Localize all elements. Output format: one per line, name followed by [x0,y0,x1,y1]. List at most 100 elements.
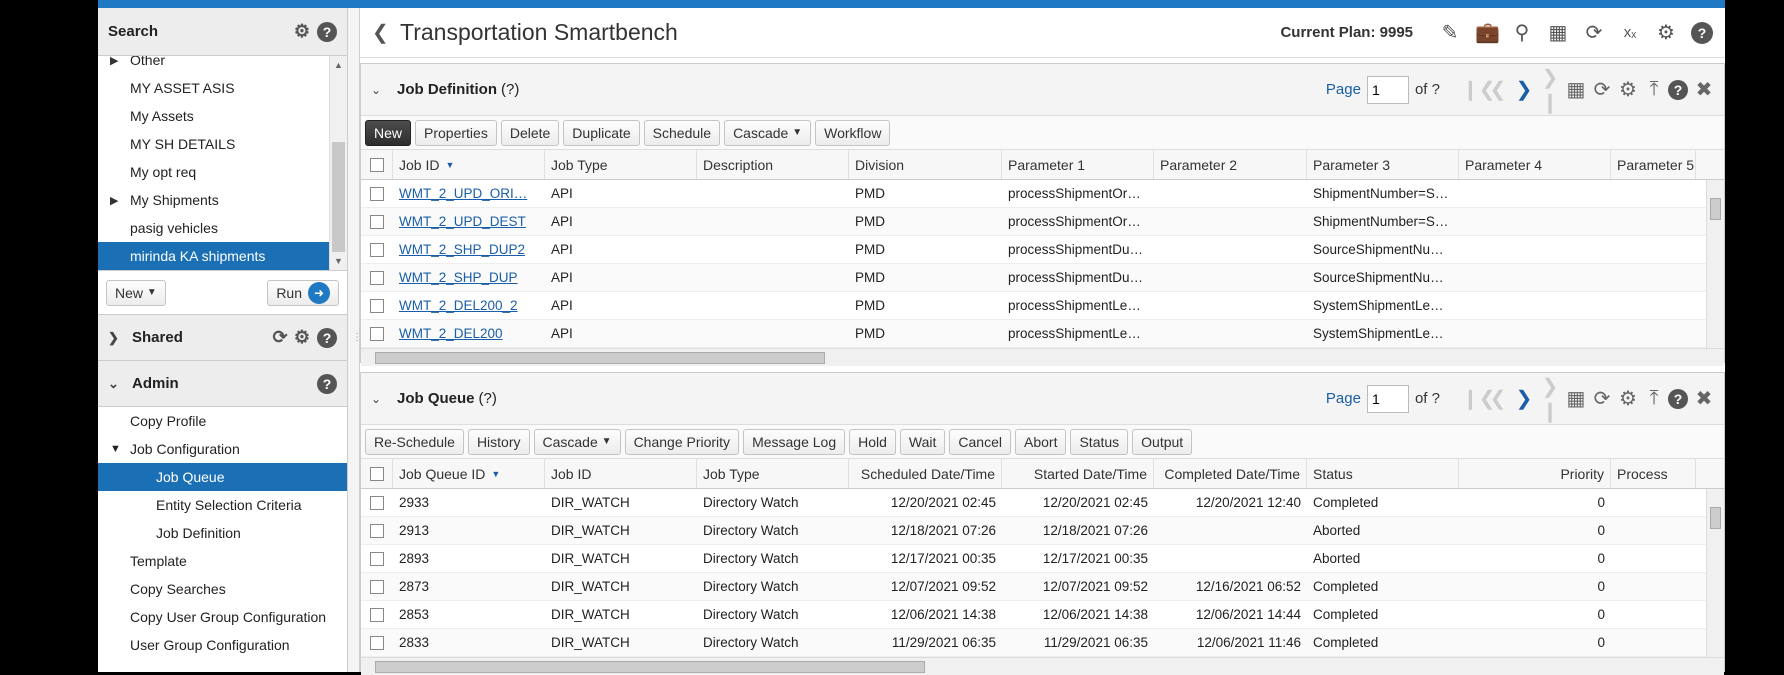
column-header[interactable]: Process [1611,459,1696,488]
next-page-icon[interactable]: ❯ [1514,386,1534,411]
table-row[interactable]: 2913 DIR_WATCH Directory Watch 12/18/2021 0… [361,517,1707,545]
reschedule-button[interactable]: Re-Schedule [365,428,464,455]
close-icon[interactable]: ✖ [1694,77,1714,102]
clear-filter-icon[interactable]: xₓ [1619,24,1641,41]
admin-item-job-definition[interactable]: Job Definition [98,519,347,547]
row-checkbox[interactable] [370,298,384,313]
select-all-checkbox-cell[interactable] [361,459,393,488]
calculator-icon[interactable]: ▦ [1566,386,1586,411]
duplicate-button[interactable]: Duplicate [563,119,640,146]
refresh-icon[interactable]: ⟳ [1583,20,1605,45]
column-header[interactable]: Parameter 5 [1611,150,1696,179]
job-id-link[interactable]: WMT_2_SHP_DUP2 [399,242,525,257]
job-id-link[interactable]: WMT_2_UPD_ORI… [399,186,527,201]
job-id-link[interactable]: WMT_2_UPD_DEST [399,214,526,229]
next-page-icon[interactable]: ❯ [1514,77,1534,102]
table-row[interactable]: 2853 DIR_WATCH Directory Watch 12/06/2021 1… [361,601,1707,629]
tree-item[interactable]: ▶ Other [98,56,347,74]
select-all-checkbox[interactable] [369,157,384,172]
search-icon[interactable]: ⚲ [1511,20,1533,45]
table-row[interactable]: WMT_2_SHP_DUP API PMD processShipmentDu… Sou… [361,264,1707,292]
tree-item[interactable]: ▶ My Shipments [98,186,347,214]
new-button[interactable]: New [365,119,412,146]
table-row[interactable]: 2873 DIR_WATCH Directory Watch 12/07/2021 0… [361,573,1707,601]
column-header[interactable]: Priority [1459,459,1611,488]
output-button[interactable]: Output [1132,428,1193,455]
job-id-link[interactable]: WMT_2_DEL200 [399,326,503,341]
select-all-checkbox-cell[interactable] [361,150,393,179]
column-header[interactable]: Parameter 4 [1459,150,1611,179]
select-all-checkbox[interactable] [369,466,384,481]
column-header[interactable]: Parameter 2 [1154,150,1307,179]
table-row[interactable]: WMT_2_DEL200_2 API PMD processShipmentLe… Sy… [361,292,1707,320]
row-checkbox[interactable] [370,607,384,622]
export-icon[interactable]: ⤒ [1644,387,1664,410]
column-header[interactable]: Parameter 1 [1002,150,1154,179]
first-page-icon[interactable]: ❙❮ [1462,77,1496,102]
hold-button[interactable]: Hold [849,428,896,455]
table-row[interactable]: 2933 DIR_WATCH Directory Watch 12/20/2021 0… [361,489,1707,517]
prev-page-icon[interactable]: ❮ [1488,77,1508,102]
page-input[interactable] [1366,75,1409,104]
pencil-icon[interactable]: ✎ [1439,20,1461,45]
row-checkbox[interactable] [370,270,384,285]
table-row[interactable]: 2833 DIR_WATCH Directory Watch 11/29/2021 0… [361,629,1707,657]
job-id-link[interactable]: WMT_2_SHP_DUP [399,270,518,285]
admin-item-template[interactable]: Template [98,547,347,575]
wait-button[interactable]: Wait [899,428,946,455]
column-header[interactable]: Status [1307,459,1459,488]
cascade-dropdown-button[interactable]: Cascade ▼ [724,119,812,146]
history-button[interactable]: History [467,428,530,455]
shared-header[interactable]: ❯ Shared ⟳ ⚙ ? [98,315,347,361]
chevron-down-icon[interactable]: ⌄ [108,376,132,392]
tree-item[interactable]: MY SH DETAILS [98,130,347,158]
schedule-button[interactable]: Schedule [643,119,721,146]
column-header[interactable]: Scheduled Date/Time [849,459,1002,488]
refresh-icon[interactable]: ⟳ [1592,386,1612,411]
grid-horizontal-scrollbar[interactable] [361,657,1724,675]
scroll-thumb[interactable] [375,352,825,364]
tree-item[interactable]: pasig vehicles [98,214,347,242]
calculator-icon[interactable]: ▦ [1547,20,1569,45]
scroll-thumb[interactable] [1710,507,1721,529]
table-row[interactable]: 2893 DIR_WATCH Directory Watch 12/17/2021 0… [361,545,1707,573]
refresh-icon[interactable]: ⟳ [269,327,291,349]
tree-item-selected[interactable]: mirinda KA shipments [98,242,347,270]
column-header[interactable]: Job Queue ID ▼ [393,459,545,488]
grid-vertical-scrollbar[interactable] [1706,180,1724,348]
chevron-down-icon[interactable]: ⌄ [371,83,397,97]
admin-item-copy-searches[interactable]: Copy Searches [98,575,347,603]
tree-item[interactable]: My opt req [98,158,347,186]
column-header[interactable]: Job ID ▼ [393,150,545,179]
briefcase-icon[interactable]: 💼 [1475,20,1500,45]
collapse-triangle-icon[interactable]: ▼ [110,443,130,455]
prev-page-icon[interactable]: ❮ [1488,386,1508,411]
table-row[interactable]: WMT_2_UPD_DEST API PMD processShipmentOr… Sh… [361,208,1707,236]
gear-icon[interactable]: ⚙ [291,21,313,43]
abort-button[interactable]: Abort [1015,428,1067,455]
scroll-up-icon[interactable]: ▲ [334,60,343,70]
table-row[interactable]: WMT_2_UPD_ORI… API PMD processShipmentOr… Sh… [361,180,1707,208]
row-checkbox[interactable] [370,214,384,229]
column-header[interactable]: Parameter 3 [1307,150,1459,179]
cascade-dropdown-button[interactable]: Cascade ▼ [533,428,621,455]
first-page-icon[interactable]: ❙❮ [1462,386,1496,411]
calculator-icon[interactable]: ▦ [1566,77,1586,102]
admin-item-copy-profile[interactable]: Copy Profile [98,407,347,435]
tree-item[interactable]: MY ASSET ASIS [98,74,347,102]
delete-button[interactable]: Delete [500,119,560,146]
chevron-down-icon[interactable]: ⌄ [371,392,397,406]
column-header[interactable]: Job Type [545,150,697,179]
grid-horizontal-scrollbar[interactable] [361,348,1724,366]
back-icon[interactable]: ❮ [372,20,400,45]
message-log-button[interactable]: Message Log [743,428,846,455]
column-header[interactable]: Description [697,150,849,179]
help-link[interactable]: (?) [501,81,519,98]
column-header[interactable]: Division [849,150,1002,179]
admin-item-job-configuration[interactable]: ▼ Job Configuration [98,435,347,463]
table-row[interactable]: WMT_2_SHP_DUP2 API PMD processShipmentDu… So… [361,236,1707,264]
cancel-button[interactable]: Cancel [949,428,1011,455]
expand-triangle-icon[interactable]: ▶ [110,194,130,207]
properties-button[interactable]: Properties [415,119,497,146]
run-button[interactable]: Run ➜ [267,279,339,306]
